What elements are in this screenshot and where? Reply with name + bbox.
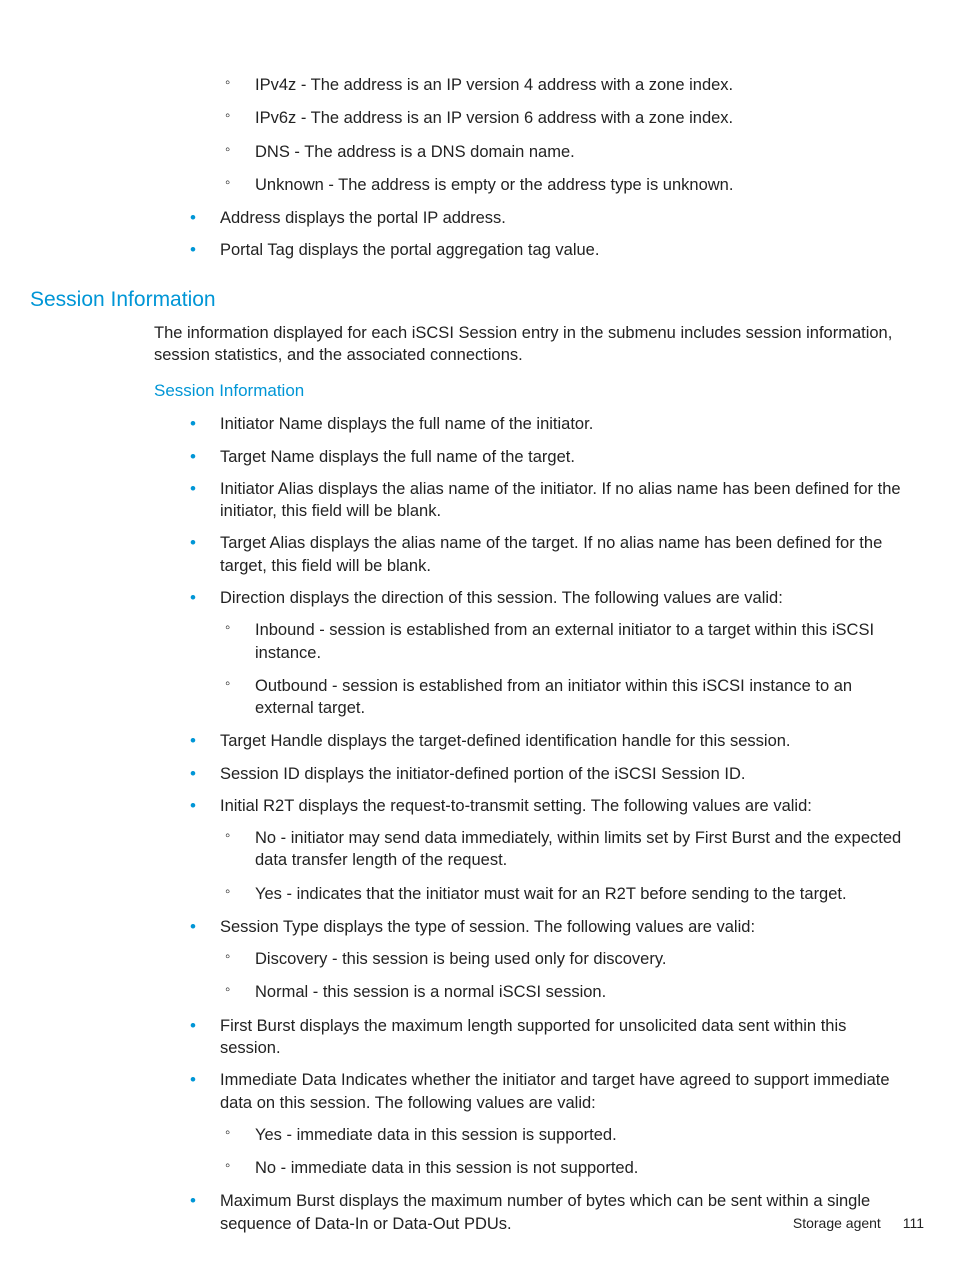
direction-values-sublist: Inbound - session is established from an…	[225, 619, 904, 719]
list-item: Session ID displays the initiator-define…	[190, 763, 904, 785]
list-item: Initiator Name displays the full name of…	[190, 413, 904, 435]
list-item: Unknown - The address is empty or the ad…	[225, 174, 904, 196]
body-content: IPv4z - The address is an IP version 4 a…	[30, 74, 924, 1235]
initial-r2t-values-sublist: No - initiator may send data immediately…	[225, 827, 904, 905]
list-item-text: Initial R2T displays the request-to-tran…	[220, 797, 812, 815]
list-item: Yes - indicates that the initiator must …	[225, 883, 904, 905]
list-item: Yes - immediate data in this session is …	[225, 1124, 904, 1146]
page-footer: Storage agent 111	[793, 1214, 924, 1233]
list-item: Normal - this session is a normal iSCSI …	[225, 981, 904, 1003]
document-page: IPv4z - The address is an IP version 4 a…	[0, 0, 954, 1271]
list-item: Inbound - session is established from an…	[225, 619, 904, 664]
list-item: No - immediate data in this session is n…	[225, 1157, 904, 1179]
list-item: Portal Tag displays the portal aggregati…	[190, 239, 904, 261]
subheading-session-information: Session Information	[154, 380, 924, 403]
list-item: Initiator Alias displays the alias name …	[190, 478, 904, 523]
list-item: Session Type displays the type of sessio…	[190, 916, 904, 1004]
list-item: No - initiator may send data immediately…	[225, 827, 904, 872]
list-item: Target Name displays the full name of th…	[190, 446, 904, 468]
address-type-sublist: IPv4z - The address is an IP version 4 a…	[225, 74, 904, 196]
heading-session-information: Session Information	[30, 286, 924, 314]
list-item: First Burst displays the maximum length …	[190, 1015, 904, 1060]
list-item-text: Session Type displays the type of sessio…	[220, 918, 755, 936]
session-information-list: Initiator Name displays the full name of…	[190, 413, 904, 1234]
list-item-text: Immediate Data Indicates whether the ini…	[220, 1071, 890, 1111]
immediate-data-values-sublist: Yes - immediate data in this session is …	[225, 1124, 904, 1180]
list-item: IPv6z - The address is an IP version 6 a…	[225, 107, 904, 129]
list-item: DNS - The address is a DNS domain name.	[225, 141, 904, 163]
list-item: Discovery - this session is being used o…	[225, 948, 904, 970]
session-intro-paragraph: The information displayed for each iSCSI…	[154, 322, 904, 367]
portal-info-list: Address displays the portal IP address. …	[190, 207, 904, 262]
list-item: Target Alias displays the alias name of …	[190, 532, 904, 577]
footer-section-label: Storage agent	[793, 1215, 881, 1231]
page-number: 111	[903, 1215, 924, 1231]
list-item: IPv4z - The address is an IP version 4 a…	[225, 74, 904, 96]
list-item: Outbound - session is established from a…	[225, 675, 904, 720]
list-item: Target Handle displays the target-define…	[190, 730, 904, 752]
list-item: Immediate Data Indicates whether the ini…	[190, 1069, 904, 1179]
list-item-text: Direction displays the direction of this…	[220, 589, 783, 607]
session-type-values-sublist: Discovery - this session is being used o…	[225, 948, 904, 1004]
list-item: Address displays the portal IP address.	[190, 207, 904, 229]
list-item: Initial R2T displays the request-to-tran…	[190, 795, 904, 905]
list-item: Direction displays the direction of this…	[190, 587, 904, 719]
